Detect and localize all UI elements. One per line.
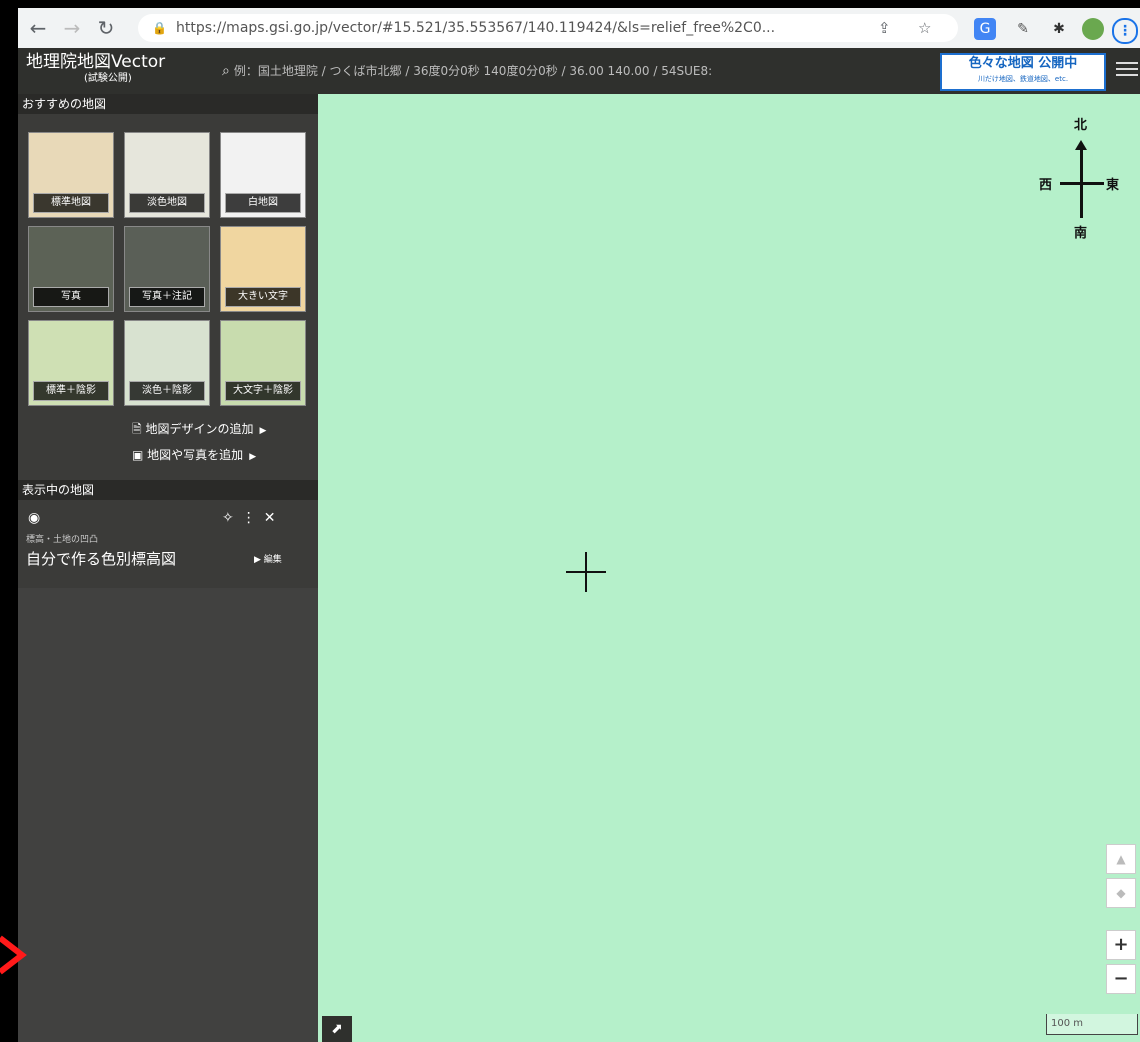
search-input[interactable]: ⌕ 例：国土地理院 / つくば市北郷 / 36度0分0秒 140度0分0秒 / 3… [222, 58, 930, 84]
extension-icon[interactable]: ✎ [1012, 18, 1034, 40]
address-bar-url[interactable]: https://maps.gsi.go.jp/vector/#15.521/35… [176, 14, 876, 42]
map-tile-large-relief[interactable]: 大文字＋陰影 [220, 320, 306, 406]
browser-toolbar: ← → ↻ 🔒 https://maps.gsi.go.jp/vector/#1… [18, 8, 1140, 49]
layer-edit-button[interactable]: ▶ 編集 [254, 552, 282, 565]
map-tile-standard-relief[interactable]: 標準＋陰影 [28, 320, 114, 406]
logo-title: 地理院地図Vector [26, 52, 166, 72]
tilt-up-icon[interactable]: ▲ [1106, 844, 1136, 874]
search-placeholder: 例：国土地理院 / つくば市北郷 / 36度0分0秒 140度0分0秒 / 36… [233, 64, 713, 78]
app-header: 地理院地図Vector (試験公開) ⌕ 例：国土地理院 / つくば市北郷 / 3… [18, 48, 1140, 94]
more-icon[interactable]: ⋮ [242, 510, 264, 526]
map-tile-standard[interactable]: 標準地図 [28, 132, 114, 218]
image-icon: ▣ [132, 448, 144, 462]
compass-east: 東 [1106, 178, 1120, 193]
layer-name: 自分で作る色別標高図 [26, 550, 177, 568]
sidebar: おすすめの地図 標準地図 淡色地図 白地図 写真 写真＋注記 大きい文字 標準＋… [18, 94, 318, 1042]
map-tile-photo[interactable]: 写真 [28, 226, 114, 312]
zoom-in-button[interactable]: + [1106, 930, 1136, 960]
profile-avatar[interactable] [1082, 18, 1104, 40]
scale-bar: 100 m [1046, 1014, 1138, 1035]
banner-title: 色々な地図 公開中 [968, 56, 1078, 71]
zoom-out-button[interactable]: − [1106, 964, 1136, 994]
compass-west: 西 [1039, 178, 1053, 193]
address-bar[interactable]: 🔒 https://maps.gsi.go.jp/vector/#15.521/… [138, 14, 958, 42]
reload-icon[interactable]: ↻ [94, 16, 118, 40]
close-icon[interactable]: ✕ [264, 510, 284, 526]
map-tile-blank[interactable]: 白地図 [220, 132, 306, 218]
search-icon: ⌕ [222, 63, 230, 79]
add-map-photo-link[interactable]: ▣ 地図や写真を追加 ▶ [132, 446, 256, 463]
compass-south: 南 [1074, 226, 1088, 241]
layer-edit-label: 編集 [263, 555, 282, 565]
forward-arrow-icon[interactable]: → [60, 16, 84, 40]
displayed-maps-title: 表示中の地図 [18, 480, 318, 500]
app-logo[interactable]: 地理院地図Vector (試験公開) [26, 52, 165, 86]
add-design-label: 地図デザインの追加 [145, 422, 254, 436]
layer-tools: ✧⋮✕ [222, 510, 283, 526]
center-crosshair-icon [566, 552, 606, 592]
bookmark-star-icon[interactable]: ☆ [918, 14, 931, 42]
map-tile-photo-annot[interactable]: 写真＋注記 [124, 226, 210, 312]
browser-menu-icon[interactable]: ⋮ [1112, 18, 1138, 44]
share-icon[interactable]: ⇪ [878, 14, 891, 42]
hamburger-menu-icon[interactable] [1116, 58, 1138, 80]
expand-arrow-icon[interactable]: ⬈ [322, 1016, 352, 1042]
banner-subtitle: 川だけ地図、鉄道地図、etc. [977, 75, 1069, 83]
map-tile-large-text[interactable]: 大きい文字 [220, 226, 306, 312]
map-tile-pale[interactable]: 淡色地図 [124, 132, 210, 218]
translate-extension-icon[interactable]: G [974, 18, 996, 40]
chevron-right-icon: ▶ [259, 426, 267, 436]
promo-banner[interactable]: 色々な地図 公開中 川だけ地図、鉄道地図、etc. [940, 53, 1106, 91]
compass: 北 西 東 南 [1036, 114, 1136, 241]
logo-subtitle: (試験公開) [84, 73, 132, 84]
layer-item: ◉ ✧⋮✕ 標高・土地の凹凸 自分で作る色別標高図 ▶ 編集 [18, 508, 318, 589]
sidebar-empty-area [18, 588, 318, 1042]
map-canvas[interactable]: 北 西 東 南 ▲ ◆ + − 100 m [318, 94, 1140, 1042]
compass-north: 北 [1074, 118, 1088, 133]
recommended-maps-title: おすすめの地図 [18, 94, 318, 114]
document-icon: 🗎 [132, 422, 142, 436]
eye-icon[interactable]: ◉ [28, 510, 40, 526]
lock-icon: 🔒 [152, 21, 167, 35]
back-arrow-icon[interactable]: ← [26, 16, 50, 40]
chevron-right-icon: ▶ [249, 452, 257, 462]
add-map-design-link[interactable]: 🗎 地図デザインの追加 ▶ [132, 420, 266, 441]
opacity-icon[interactable]: ✧ [222, 510, 242, 526]
add-photo-label: 地図や写真を追加 [147, 448, 244, 462]
puzzle-icon[interactable]: ✱ [1048, 18, 1070, 40]
map-tile-pale-relief[interactable]: 淡色＋陰影 [124, 320, 210, 406]
red-arrow-annotation [0, 935, 27, 975]
rotate-reset-icon[interactable]: ◆ [1106, 878, 1136, 908]
layer-category: 標高・土地の凹凸 [26, 535, 99, 545]
